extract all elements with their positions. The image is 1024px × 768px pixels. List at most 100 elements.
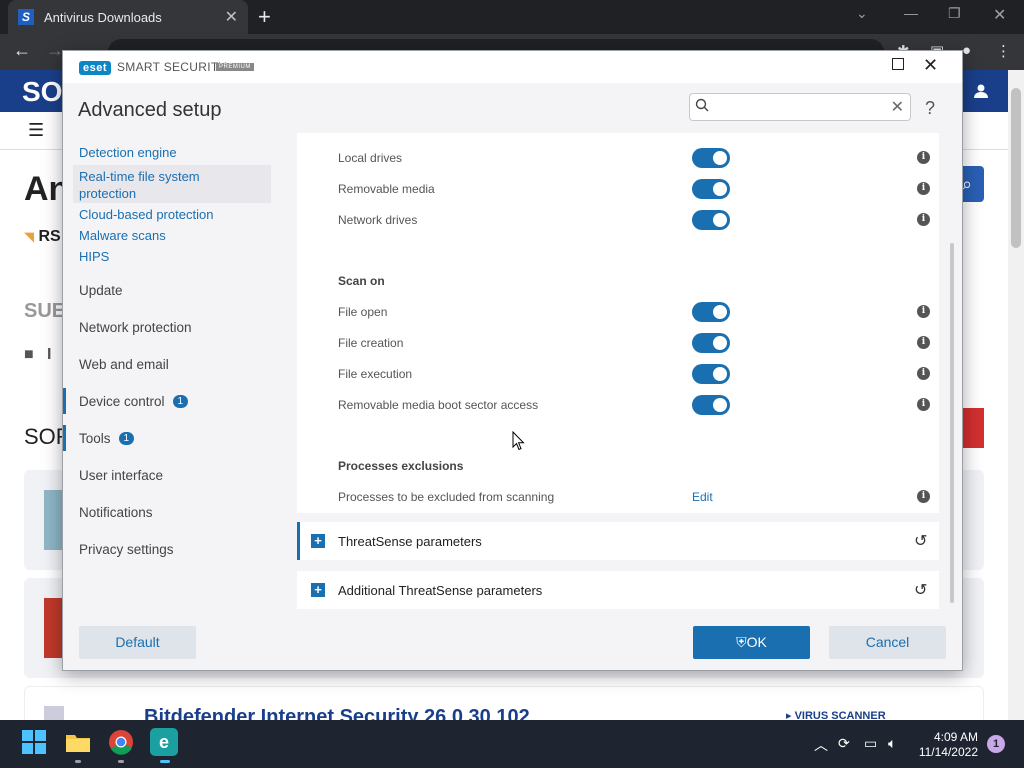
nav-label: Tools [79, 431, 111, 446]
nav-hips[interactable]: HIPS [79, 248, 109, 265]
browser-menu-icon[interactable]: ⋮ [996, 42, 1011, 60]
expand-icon[interactable]: + [311, 534, 325, 548]
additional-threatsense-parameters-section[interactable]: + Additional ThreatSense parameters ↺ [297, 571, 939, 609]
clock-date: 11/14/2022 [918, 745, 978, 759]
removable-media-toggle[interactable] [692, 179, 730, 199]
nav-tools[interactable]: Tools 1 [79, 430, 135, 447]
site-rss-link[interactable]: ◥ RS [24, 228, 61, 246]
clock-time: 4:09 AM [933, 730, 978, 744]
page-scrollbar[interactable] [1008, 70, 1024, 720]
reset-icon[interactable]: ↺ [914, 531, 927, 551]
file-creation-toggle[interactable] [692, 333, 730, 353]
ok-label: OK [746, 634, 767, 650]
nav-notifications[interactable]: Notifications [79, 504, 153, 521]
info-icon[interactable]: i [917, 490, 930, 503]
info-icon[interactable]: i [917, 305, 930, 318]
ok-button[interactable]: ⛨OK [693, 626, 810, 659]
nav-cloud-based-protection[interactable]: Cloud-based protection [79, 206, 213, 223]
nav-device-control[interactable]: Device control 1 [79, 393, 189, 410]
back-icon[interactable]: ← [13, 40, 31, 61]
edition-badge: PREMIUM [216, 63, 254, 71]
network-icon[interactable]: ▭ [864, 735, 877, 752]
setting-label: Removable media boot sector access [338, 398, 539, 412]
help-icon[interactable]: ? [925, 98, 935, 119]
info-icon[interactable]: i [917, 367, 930, 380]
product-name: SMART SECURITY [117, 60, 227, 74]
expand-icon[interactable]: + [311, 583, 325, 597]
file-explorer-icon[interactable] [64, 728, 92, 756]
setting-label: File creation [338, 336, 404, 350]
nav-section-marker [63, 388, 66, 414]
chrome-icon[interactable] [107, 728, 135, 756]
new-tab-icon[interactable]: + [258, 4, 271, 30]
setting-label: Processes to be excluded from scanning [338, 490, 555, 504]
boot-sector-access-toggle[interactable] [692, 395, 730, 415]
default-button[interactable]: Default [79, 626, 196, 659]
tab-title: Antivirus Downloads [44, 9, 162, 25]
nav-privacy-settings[interactable]: Privacy settings [79, 541, 174, 558]
shield-icon: ⛨ [736, 634, 747, 650]
dialog-close-icon[interactable]: ✕ [923, 55, 938, 76]
site-logo[interactable]: SO [22, 76, 62, 108]
nav-section-marker [63, 425, 66, 451]
cancel-button[interactable]: Cancel [829, 626, 946, 659]
sync-icon[interactable]: ⟳ [838, 735, 850, 752]
eset-taskbar-icon[interactable]: e [150, 728, 178, 756]
setting-label: Network drives [338, 213, 418, 227]
product-thumbnail [44, 490, 64, 550]
info-icon[interactable]: i [917, 398, 930, 411]
settings-scrollbar[interactable] [950, 243, 954, 603]
volume-icon[interactable]: 🔈︎ [888, 735, 896, 752]
tab-close-icon[interactable]: ✕ [225, 7, 238, 27]
window-close-icon[interactable]: ✕ [993, 5, 1006, 25]
setting-label: Local drives [338, 151, 403, 165]
folder-icon: ■ [24, 346, 34, 363]
info-icon[interactable]: i [917, 151, 930, 164]
notification-count-badge[interactable]: 1 [987, 735, 1005, 753]
nav-update[interactable]: Update [79, 282, 123, 299]
site-folder-row[interactable]: ■ I [24, 346, 51, 364]
browser-tab[interactable]: S Antivirus Downloads ✕ [8, 0, 248, 34]
reset-icon[interactable]: ↺ [914, 580, 927, 600]
clear-search-icon[interactable]: ✕ [891, 97, 904, 117]
product-thumbnail [44, 598, 64, 658]
page-scrollbar-thumb[interactable] [1011, 88, 1021, 248]
tray-overflow-icon[interactable]: ︿ [814, 735, 828, 755]
section-label: ThreatSense parameters [338, 534, 482, 549]
search-input[interactable]: ✕ [689, 93, 911, 121]
info-icon[interactable]: i [917, 336, 930, 349]
file-execution-toggle[interactable] [692, 364, 730, 384]
edit-link[interactable]: Edit [692, 490, 713, 504]
nav-malware-scans[interactable]: Malware scans [79, 227, 166, 244]
notification-badge: 1 [172, 395, 189, 408]
file-open-toggle[interactable] [692, 302, 730, 322]
taskbar-clock[interactable]: 4:09 AM 11/14/2022 [912, 730, 978, 760]
site-user-icon[interactable] [962, 72, 1000, 110]
local-drives-toggle[interactable] [692, 148, 730, 168]
info-icon[interactable]: i [917, 182, 930, 195]
section-heading: Scan on [338, 274, 385, 288]
site-menu-icon[interactable]: ☰ [28, 120, 44, 141]
nav-network-protection[interactable]: Network protection [79, 319, 192, 336]
threatsense-parameters-section[interactable]: + ThreatSense parameters ↺ [297, 522, 939, 560]
windows-start-icon[interactable] [20, 728, 48, 756]
maximize-icon[interactable] [892, 58, 904, 70]
network-drives-toggle[interactable] [692, 210, 730, 230]
nav-detection-engine[interactable]: Detection engine [79, 144, 177, 161]
app-active-indicator [160, 760, 170, 763]
app-running-indicator [75, 760, 81, 763]
info-icon[interactable]: i [917, 213, 930, 226]
search-icon [695, 98, 709, 112]
app-running-indicator [118, 760, 124, 763]
nav-web-and-email[interactable]: Web and email [79, 356, 169, 373]
setting-label: File execution [338, 367, 413, 381]
restore-icon[interactable]: ❐ [948, 5, 961, 22]
nav-user-interface[interactable]: User interface [79, 467, 163, 484]
tab-search-icon[interactable]: ⌄ [856, 5, 868, 22]
profile-icon[interactable]: ● [962, 42, 971, 59]
eset-advanced-setup-dialog: eset SMART SECURITY PREMIUM ✕ Advanced s… [62, 50, 963, 671]
nav-real-time-file-system-protection[interactable]: Real-time file system protection [79, 168, 229, 202]
minimize-icon[interactable]: — [904, 5, 918, 21]
site-subheading: SUE [24, 300, 66, 322]
settings-panel: Local drives i Removable media i Network… [297, 133, 939, 513]
